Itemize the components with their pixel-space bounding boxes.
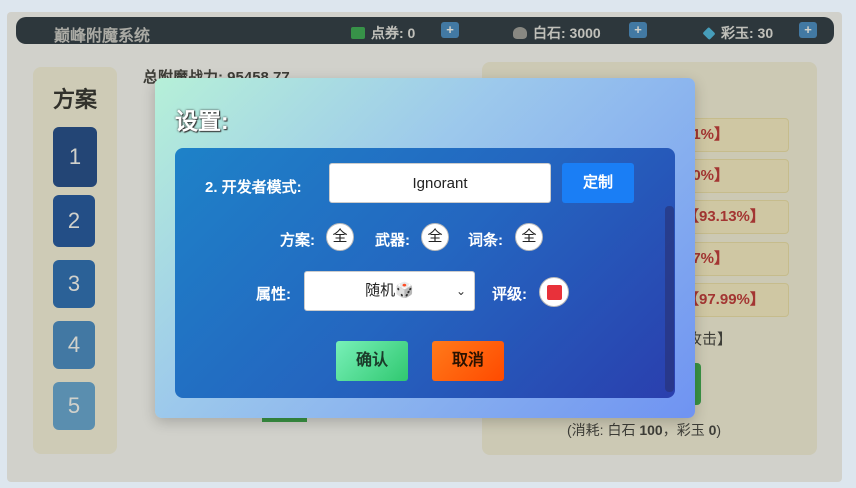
affix-filter-toggle[interactable]: 全 bbox=[515, 223, 543, 251]
app-window: 巅峰附魔系统 点券: 0 + 白石: 3000 + 彩玉: 30 + 方案 1 … bbox=[7, 12, 842, 482]
plan-filter-toggle[interactable]: 全 bbox=[326, 223, 354, 251]
cancel-button[interactable]: 取消 bbox=[432, 341, 504, 381]
settings-modal: 设置: 2. 开发者模式: 定制 方案: 全 武器: 全 词条: 全 属性: 随… bbox=[155, 78, 695, 418]
dev-mode-label: 2. 开发者模式: bbox=[205, 179, 302, 196]
weapon-filter-toggle[interactable]: 全 bbox=[421, 223, 449, 251]
custom-button[interactable]: 定制 bbox=[562, 163, 634, 203]
attribute-label: 属性: bbox=[256, 286, 291, 303]
confirm-button[interactable]: 确认 bbox=[336, 341, 408, 381]
modal-title: 设置: bbox=[175, 108, 229, 134]
chevron-down-icon: ⌄ bbox=[455, 284, 466, 298]
rating-color-swatch bbox=[547, 285, 562, 300]
attribute-select[interactable]: 随机🎲 ⌄ bbox=[304, 271, 475, 311]
weapon-filter-label: 武器: bbox=[375, 232, 410, 249]
settings-scrollbar[interactable] bbox=[665, 206, 674, 392]
rating-toggle[interactable] bbox=[539, 277, 569, 307]
dev-mode-input[interactable] bbox=[329, 163, 551, 203]
plan-filter-label: 方案: bbox=[280, 232, 315, 249]
settings-body: 2. 开发者模式: 定制 方案: 全 武器: 全 词条: 全 属性: 随机🎲 ⌄… bbox=[175, 148, 675, 398]
attribute-selected: 随机🎲 bbox=[365, 282, 414, 299]
rating-label: 评级: bbox=[492, 286, 527, 303]
affix-filter-label: 词条: bbox=[468, 232, 503, 249]
